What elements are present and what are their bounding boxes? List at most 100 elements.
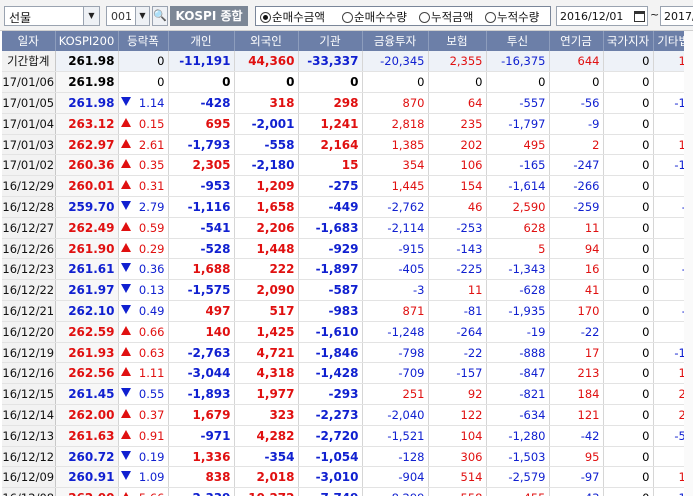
investor-value-cell: -354 — [234, 446, 299, 468]
investor-value-cell: 44,360 — [234, 51, 299, 73]
change-cell: 0.49 — [118, 300, 169, 322]
table-row[interactable]: 16/12/21 262.10 0.49 497 517 -983 871 -81 -1,935… — [2, 300, 693, 322]
investor-value-cell: -259 — [549, 196, 604, 218]
table-row[interactable]: 16/12/08262.00 5.66-2,33910,272-7,749-8,2… — [2, 487, 693, 496]
investor-value-cell: 0 — [603, 321, 654, 343]
investor-value-cell: -1,521 — [362, 425, 429, 447]
investor-value-cell: 64 — [428, 92, 487, 114]
table-row[interactable]: 16/12/20 262.59 0.66 140 1,425 -1,610 -1,248 -2… — [2, 321, 693, 343]
date-cell: 16/12/12 — [2, 446, 56, 468]
investor-value-cell: -1,893 — [168, 383, 235, 406]
investor-value-cell: 94 — [549, 238, 604, 260]
end-date-field[interactable]: 2017/ — [660, 6, 693, 26]
table-row[interactable]: 16/12/16 262.56 1.11 -3,044 4,318 -1,428 -709-… — [2, 362, 693, 385]
column-header[interactable]: 일자 — [2, 31, 56, 51]
radio-cumulative-amount[interactable]: 누적금액 — [419, 9, 473, 25]
table-row[interactable]: 17/01/04 263.12 0.15 695 -2,001 1,241 2,818 235… — [2, 113, 693, 135]
investor-value-cell: 0 — [603, 175, 654, 198]
table-row[interactable]: 16/12/15 261.45 0.55 -1,893 1,977 -293 251 92 -8… — [2, 383, 693, 406]
table-row[interactable]: 16/12/09 260.91 1.09 838 2,018 -3,010 -904 514-… — [2, 466, 693, 489]
column-header[interactable]: 기관 — [298, 31, 363, 51]
column-header[interactable]: KOSPI200 — [55, 31, 119, 51]
table-row[interactable]: 16/12/22 261.97 0.13 -1,575 2,090 -587 -3 11 -62… — [2, 279, 693, 302]
column-header[interactable]: 등락폭 — [118, 31, 169, 51]
change-cell: 0 — [118, 51, 169, 73]
investor-value-cell: 11 — [428, 279, 487, 302]
calendar-icon[interactable] — [633, 8, 646, 24]
column-header[interactable]: 투신 — [486, 31, 550, 51]
investor-value-cell: 2 — [549, 134, 604, 156]
investor-value-cell: -11,191 — [168, 51, 235, 73]
column-header[interactable]: 개인 — [168, 31, 235, 51]
investor-value-cell: -22 — [549, 321, 604, 343]
kospi200-cell: 261.98 — [55, 51, 119, 73]
investor-value-cell: 455 — [486, 487, 550, 496]
change-cell: 0.31 — [118, 175, 169, 198]
investor-value-cell: -157 — [428, 362, 487, 385]
investor-value-cell: 1,679 — [168, 404, 235, 426]
date-cell: 기간합계 — [2, 51, 56, 73]
table-row[interactable]: 16/12/28 259.70 2.79 -1,116 1,658 -449 -2,762 4… — [2, 196, 693, 218]
table-row[interactable]: 16/12/29 260.01 0.31 -953 1,209 -275 1,445 154-… — [2, 175, 693, 198]
investor-value-cell: 46 — [428, 196, 487, 218]
change-value: 0.15 — [138, 116, 165, 131]
investor-value-cell: 0 — [603, 404, 654, 426]
table-row[interactable]: 16/12/19 261.93 0.63 -2,763 4,721 -1,846 -798-… — [2, 342, 693, 364]
table-row[interactable]: 17/01/06261.980000000000 — [2, 71, 693, 94]
investor-value-cell: 628 — [486, 217, 550, 239]
radio-dot-icon — [342, 12, 353, 23]
investor-value-cell: 0 — [549, 71, 604, 94]
table-row[interactable]: 16/12/12 260.72 0.19 1,336 -354 -1,054 -128 306… — [2, 446, 693, 468]
radio-cumulative-qty[interactable]: 누적수량 — [485, 9, 539, 25]
column-header[interactable]: 보험 — [428, 31, 487, 51]
investor-value-cell: -97 — [549, 466, 604, 489]
radio-dot-icon — [260, 12, 271, 23]
code-select-value: 001 — [111, 10, 132, 23]
investor-value-cell: 695 — [168, 113, 235, 135]
table-row[interactable]: 17/01/03 262.97 2.61 -1,793 -558 2,164 1,385 20… — [2, 134, 693, 156]
change-value: 0.49 — [138, 303, 165, 318]
kospi200-cell: 262.97 — [55, 134, 119, 156]
column-header[interactable]: 연기금 — [549, 31, 604, 51]
radio-net-buy-amount[interactable]: 순매수금액 — [260, 9, 325, 25]
table-row[interactable]: 16/12/26 261.90 0.29 -528 1,448 -929 -915 -143 5… — [2, 238, 693, 260]
column-header[interactable]: 금융투자 — [362, 31, 429, 51]
vertical-scrollbar[interactable] — [684, 31, 693, 496]
table-row[interactable]: 16/12/23 261.61 0.36 1,688 222 -1,897 -405 -225… — [2, 258, 693, 281]
investor-value-cell: 0 — [168, 71, 235, 94]
table-row[interactable]: 16/12/27 262.49 0.59 -541 2,206 -1,683 -2,114-… — [2, 217, 693, 239]
kospi200-cell: 262.56 — [55, 362, 119, 385]
chevron-down-icon[interactable]: ▼ — [83, 7, 99, 25]
table-row[interactable]: 17/01/05 261.98 1.14 -428 318 298 870 64 -557 -56… — [2, 92, 693, 114]
chevron-down-icon[interactable]: ▼ — [135, 7, 149, 25]
date-cell: 17/01/06 — [2, 71, 56, 94]
change-cell: 1.14 — [118, 92, 169, 114]
table-row[interactable]: 기간합계 261.98 0 -11,191 44,360 -33,337 -20,345 2,… — [2, 51, 693, 73]
date-cell: 16/12/29 — [2, 175, 56, 198]
investor-value-cell: -1,614 — [486, 175, 550, 198]
change-cell: 0.37 — [118, 404, 169, 426]
investor-value-cell: -7,749 — [298, 487, 363, 496]
table-row[interactable]: 16/12/13 261.63 0.91 -971 4,282 -2,720 -1,521 1… — [2, 425, 693, 447]
investor-value-cell: -42 — [549, 425, 604, 447]
investor-value-cell: -1,248 — [362, 321, 429, 343]
investor-value-cell: -1,428 — [298, 362, 363, 385]
investor-value-cell: 514 — [428, 466, 487, 489]
date-cell: 16/12/27 — [2, 217, 56, 239]
investor-value-cell: -929 — [298, 238, 363, 260]
table-row[interactable]: 16/12/14 262.00 0.37 1,679 323 -2,273 -2,040 12… — [2, 404, 693, 426]
radio-label: 순매수금액 — [272, 10, 325, 24]
market-select[interactable]: 선물 ▼ — [4, 6, 100, 26]
change-value: 5.66 — [139, 491, 165, 496]
code-select[interactable]: 001 ▼ — [106, 6, 150, 26]
column-header[interactable]: 국가지자 — [603, 31, 654, 51]
kospi200-cell: 260.01 — [55, 175, 119, 198]
column-header[interactable]: 외국인 — [234, 31, 299, 51]
investor-value-cell: 17 — [549, 342, 604, 364]
radio-net-buy-qty[interactable]: 순매수수량 — [342, 9, 407, 25]
investor-value-cell: 121 — [549, 404, 604, 426]
table-row[interactable]: 17/01/02 260.36 0.35 2,305 -2,180 15 354 106 -16… — [2, 154, 693, 177]
start-date-field[interactable]: 2016/12/01 — [556, 6, 648, 26]
search-icon[interactable]: 🔍 — [152, 6, 168, 26]
date-cell: 16/12/21 — [2, 300, 56, 322]
